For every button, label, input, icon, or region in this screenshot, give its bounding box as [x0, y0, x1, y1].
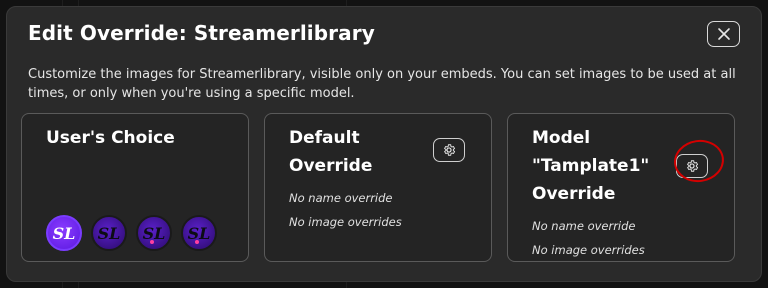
- model-override-title: Model "Tamplate1" Override: [532, 128, 650, 204]
- name-override-hint: No name override: [289, 191, 393, 205]
- name-override-hint: No name override: [532, 219, 636, 233]
- model-override-card[interactable]: Model "Tamplate1" Override No name overr…: [507, 113, 735, 262]
- close-icon: [717, 28, 730, 40]
- dialog-title: Edit Override: Streamerlibrary: [28, 21, 375, 45]
- gear-icon: [444, 144, 456, 156]
- avatar-label: SL: [97, 223, 121, 243]
- avatar: SL: [91, 215, 127, 251]
- avatar: SL: [46, 215, 82, 251]
- default-override-card[interactable]: Default Override No name override No ima…: [264, 113, 492, 262]
- default-override-title: Default Override: [289, 128, 373, 176]
- users-choice-card[interactable]: User's Choice SL SL SL SL: [21, 113, 249, 262]
- avatar-dot: [195, 240, 199, 244]
- default-override-settings-button[interactable]: [433, 138, 465, 162]
- avatar-label: SL: [52, 223, 76, 243]
- avatar-label: SL: [142, 223, 166, 243]
- avatar: SL: [181, 215, 217, 251]
- users-choice-title: User's Choice: [46, 128, 175, 148]
- avatar-label: SL: [187, 223, 211, 243]
- avatar: SL: [136, 215, 172, 251]
- avatar-list: SL SL SL SL: [46, 215, 217, 251]
- avatar-dot: [150, 240, 154, 244]
- image-override-hint: No image overrides: [532, 243, 645, 257]
- image-override-hint: No image overrides: [289, 215, 402, 229]
- close-button[interactable]: [707, 21, 740, 47]
- dialog-description: Customize the images for Streamerlibrary…: [28, 67, 736, 101]
